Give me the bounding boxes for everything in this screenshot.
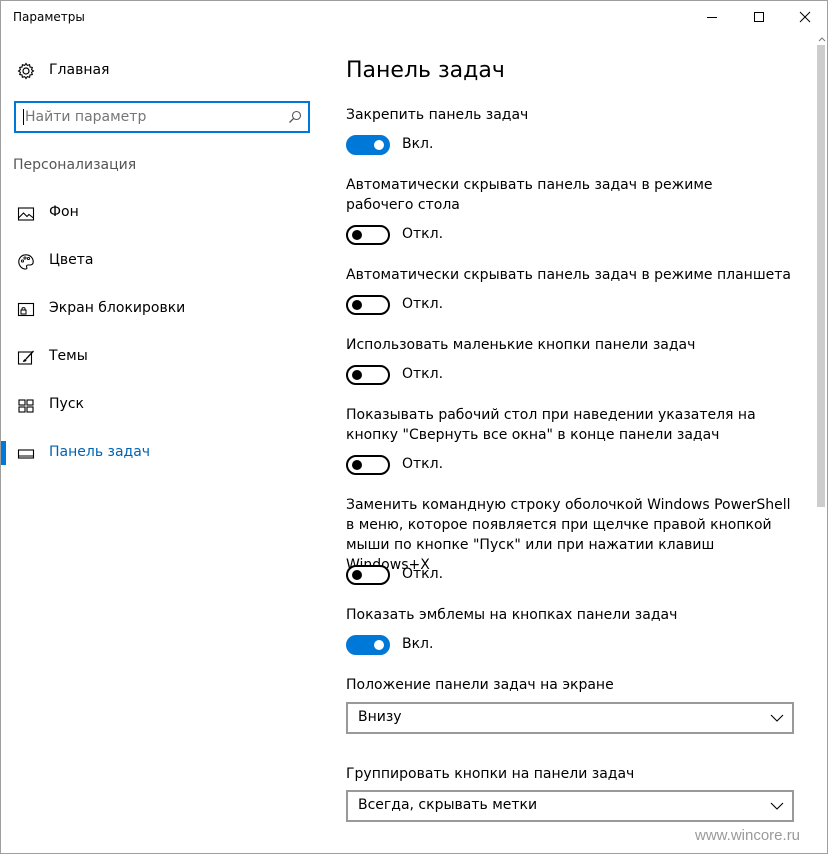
setting-label-small-buttons: Использовать маленькие кнопки панели зад… (346, 337, 696, 353)
setting-label-autohide-tablet: Автоматически скрывать панель задач в ре… (346, 267, 791, 283)
minimize-button[interactable] (689, 1, 735, 33)
sidebar-item-start[interactable]: Пуск (1, 385, 321, 425)
sidebar-item-taskbar[interactable]: Панель задач (1, 433, 321, 473)
start-grid-icon (18, 399, 34, 413)
toggle-knob (352, 230, 362, 240)
sidebar-item-label: Панель задач (49, 444, 151, 460)
taskbar-icon (17, 449, 35, 459)
dropdown-value: Внизу (358, 709, 402, 725)
sidebar-item-label: Пуск (49, 396, 84, 412)
sidebar-item-label: Темы (49, 348, 88, 364)
toggle-lock-taskbar[interactable] (346, 135, 390, 155)
watermark: www.wincore.ru (695, 827, 801, 844)
search-box[interactable]: Найти параметр (14, 101, 310, 133)
taskbar-position-dropdown[interactable]: Внизу (346, 702, 794, 734)
group-buttons-dropdown[interactable]: Всегда, скрывать метки (346, 790, 794, 822)
sidebar-item-background[interactable]: Фон (1, 193, 321, 233)
sidebar-item-themes[interactable]: Темы (1, 337, 321, 377)
close-icon (799, 11, 811, 23)
text-caret (23, 109, 24, 125)
scrollbar-thumb[interactable] (817, 45, 825, 507)
settings-window: Параметры Главная Найти параметр Персона… (0, 0, 828, 854)
nav-home-label: Главная (49, 62, 110, 78)
toggle-state-small-buttons: Откл. (402, 366, 444, 382)
minimize-icon (707, 17, 717, 18)
title-bar: Параметры (1, 1, 827, 33)
toggle-state-autohide-desktop: Откл. (402, 226, 444, 242)
active-indicator (1, 441, 6, 465)
toggle-autohide-tablet[interactable] (346, 295, 390, 315)
toggle-badges[interactable] (346, 635, 390, 655)
toggle-knob (374, 640, 384, 650)
window-title: Параметры (13, 10, 85, 24)
palette-icon (18, 254, 34, 270)
setting-label-peek-desktop: Показывать рабочий стол при наведении ук… (346, 407, 756, 443)
image-icon (17, 207, 35, 221)
sidebar-item-label: Фон (49, 204, 79, 220)
toggle-state-autohide-tablet: Откл. (402, 296, 444, 312)
toggle-powershell[interactable] (346, 565, 390, 585)
toggle-state-peek-desktop: Откл. (402, 456, 444, 472)
lock-screen-icon (17, 302, 35, 317)
group-buttons-label: Группировать кнопки на панели задач (346, 766, 635, 782)
maximize-button[interactable] (736, 1, 782, 33)
toggle-knob (352, 370, 362, 380)
setting-label-lock-taskbar: Закрепить панель задач (346, 107, 529, 123)
chevron-down-icon (770, 714, 784, 722)
dropdown-value: Всегда, скрывать метки (358, 797, 538, 813)
toggle-state-lock-taskbar: Вкл. (402, 136, 434, 152)
toggle-knob (374, 140, 384, 150)
scroll-up-arrow-icon[interactable] (817, 35, 827, 43)
toggle-knob (352, 570, 362, 580)
setting-label-badges: Показать эмблемы на кнопках панели задач (346, 607, 678, 623)
gear-icon (17, 62, 35, 80)
page-title: Панель задач (346, 58, 505, 83)
sidebar-item-label: Экран блокировки (49, 300, 186, 316)
maximize-icon (754, 12, 764, 22)
search-input[interactable]: Найти параметр (25, 109, 146, 125)
nav-home[interactable]: Главная (1, 53, 321, 89)
sidebar-item-colors[interactable]: Цвета (1, 241, 321, 281)
taskbar-position-label: Положение панели задач на экране (346, 677, 614, 693)
brush-icon (17, 350, 34, 365)
close-button[interactable] (782, 1, 827, 33)
sidebar-item-lock-screen[interactable]: Экран блокировки (1, 289, 321, 329)
toggle-state-badges: Вкл. (402, 636, 434, 652)
sidebar-item-label: Цвета (49, 252, 94, 268)
toggle-state-powershell: Откл. (402, 566, 444, 582)
chevron-down-icon (770, 802, 784, 810)
toggle-autohide-desktop[interactable] (346, 225, 390, 245)
setting-label-powershell: Заменить командную строку оболочкой Wind… (346, 497, 791, 573)
section-heading: Персонализация (13, 157, 137, 173)
search-icon[interactable] (288, 110, 302, 124)
toggle-knob (352, 300, 362, 310)
toggle-peek-desktop[interactable] (346, 455, 390, 475)
toggle-knob (352, 460, 362, 470)
setting-label-autohide-desktop: Автоматически скрывать панель задач в ре… (346, 177, 713, 213)
toggle-small-buttons[interactable] (346, 365, 390, 385)
